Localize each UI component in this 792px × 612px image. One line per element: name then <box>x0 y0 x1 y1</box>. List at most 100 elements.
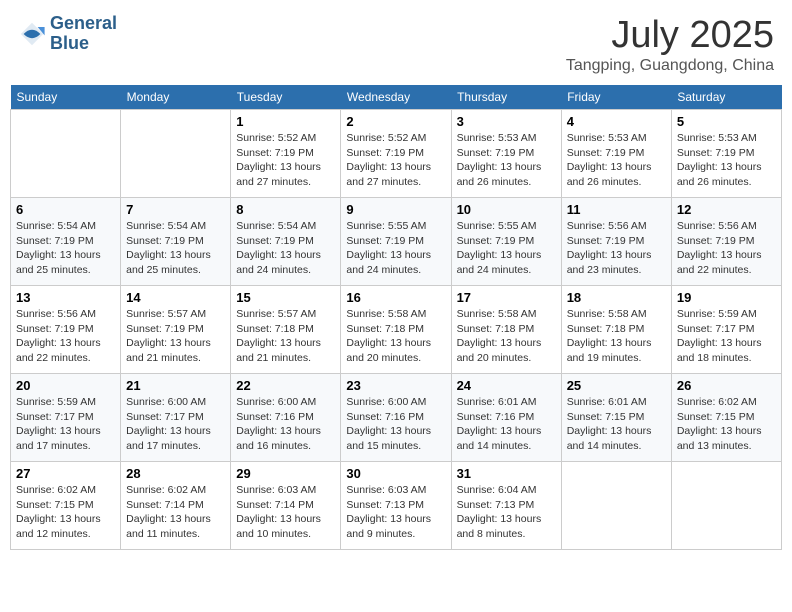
day-number: 14 <box>126 290 225 305</box>
cell-info: Sunrise: 5:54 AM Sunset: 7:19 PM Dayligh… <box>236 219 335 278</box>
col-friday: Friday <box>561 85 671 110</box>
col-saturday: Saturday <box>671 85 781 110</box>
cell-info: Sunrise: 5:53 AM Sunset: 7:19 PM Dayligh… <box>457 131 556 190</box>
cell-info: Sunrise: 6:04 AM Sunset: 7:13 PM Dayligh… <box>457 483 556 542</box>
cell-info: Sunrise: 6:02 AM Sunset: 7:15 PM Dayligh… <box>16 483 115 542</box>
calendar-cell: 13 Sunrise: 5:56 AM Sunset: 7:19 PM Dayli… <box>11 286 121 374</box>
cell-info: Sunrise: 5:59 AM Sunset: 7:17 PM Dayligh… <box>16 395 115 454</box>
day-number: 7 <box>126 202 225 217</box>
calendar-cell: 22 Sunrise: 6:00 AM Sunset: 7:16 PM Dayli… <box>231 374 341 462</box>
calendar-cell: 15 Sunrise: 5:57 AM Sunset: 7:18 PM Dayli… <box>231 286 341 374</box>
calendar-cell: 8 Sunrise: 5:54 AM Sunset: 7:19 PM Daylig… <box>231 198 341 286</box>
cell-info: Sunrise: 5:54 AM Sunset: 7:19 PM Dayligh… <box>126 219 225 278</box>
calendar-cell: 2Sunrise: 5:52 AM Sunset: 7:19 PM Daylig… <box>341 110 451 198</box>
cell-info: Sunrise: 5:55 AM Sunset: 7:19 PM Dayligh… <box>457 219 556 278</box>
day-number: 4 <box>567 114 666 129</box>
calendar-cell: 5 Sunrise: 5:53 AM Sunset: 7:19 PM Daylig… <box>671 110 781 198</box>
cell-info: Sunrise: 5:58 AM Sunset: 7:18 PM Dayligh… <box>346 307 445 366</box>
calendar-table: Sunday Monday Tuesday Wednesday Thursday… <box>10 85 782 550</box>
day-number: 5 <box>677 114 776 129</box>
calendar-cell <box>11 110 121 198</box>
cell-info: Sunrise: 6:01 AM Sunset: 7:16 PM Dayligh… <box>457 395 556 454</box>
cell-info: Sunrise: 6:01 AM Sunset: 7:15 PM Dayligh… <box>567 395 666 454</box>
calendar-cell <box>121 110 231 198</box>
cell-info: Sunrise: 5:52 AM Sunset: 7:19 PM Dayligh… <box>236 131 335 190</box>
calendar-cell: 26Sunrise: 6:02 AM Sunset: 7:15 PM Dayli… <box>671 374 781 462</box>
cell-info: Sunrise: 5:56 AM Sunset: 7:19 PM Dayligh… <box>16 307 115 366</box>
title-block: July 2025 Tangping, Guangdong, China <box>566 14 774 75</box>
cell-info: Sunrise: 5:55 AM Sunset: 7:19 PM Dayligh… <box>346 219 445 278</box>
calendar-cell: 17Sunrise: 5:58 AM Sunset: 7:18 PM Dayli… <box>451 286 561 374</box>
calendar-cell: 25 Sunrise: 6:01 AM Sunset: 7:15 PM Dayli… <box>561 374 671 462</box>
calendar-week-1: 1 Sunrise: 5:52 AM Sunset: 7:19 PM Daylig… <box>11 110 782 198</box>
day-number: 15 <box>236 290 335 305</box>
day-number: 23 <box>346 378 445 393</box>
day-number: 27 <box>16 466 115 481</box>
calendar-cell: 3Sunrise: 5:53 AM Sunset: 7:19 PM Daylig… <box>451 110 561 198</box>
month-title: July 2025 <box>566 14 774 57</box>
calendar-cell: 24 Sunrise: 6:01 AM Sunset: 7:16 PM Dayli… <box>451 374 561 462</box>
calendar-cell: 7 Sunrise: 5:54 AM Sunset: 7:19 PM Daylig… <box>121 198 231 286</box>
calendar-cell: 4Sunrise: 5:53 AM Sunset: 7:19 PM Daylig… <box>561 110 671 198</box>
cell-info: Sunrise: 5:58 AM Sunset: 7:18 PM Dayligh… <box>567 307 666 366</box>
day-number: 1 <box>236 114 335 129</box>
logo: General Blue <box>18 14 117 54</box>
calendar-cell: 28 Sunrise: 6:02 AM Sunset: 7:14 PM Dayli… <box>121 462 231 550</box>
cell-info: Sunrise: 5:54 AM Sunset: 7:19 PM Dayligh… <box>16 219 115 278</box>
cell-info: Sunrise: 6:03 AM Sunset: 7:14 PM Dayligh… <box>236 483 335 542</box>
calendar-body: 1 Sunrise: 5:52 AM Sunset: 7:19 PM Daylig… <box>11 110 782 550</box>
logo-line2: Blue <box>50 34 117 54</box>
day-number: 31 <box>457 466 556 481</box>
calendar-cell: 11 Sunrise: 5:56 AM Sunset: 7:19 PM Dayli… <box>561 198 671 286</box>
calendar-week-5: 27 Sunrise: 6:02 AM Sunset: 7:15 PM Dayli… <box>11 462 782 550</box>
calendar-cell: 10 Sunrise: 5:55 AM Sunset: 7:19 PM Dayli… <box>451 198 561 286</box>
cell-info: Sunrise: 6:00 AM Sunset: 7:16 PM Dayligh… <box>236 395 335 454</box>
col-monday: Monday <box>121 85 231 110</box>
day-number: 10 <box>457 202 556 217</box>
day-number: 21 <box>126 378 225 393</box>
day-number: 28 <box>126 466 225 481</box>
cell-info: Sunrise: 5:56 AM Sunset: 7:19 PM Dayligh… <box>677 219 776 278</box>
calendar-cell: 6Sunrise: 5:54 AM Sunset: 7:19 PM Daylig… <box>11 198 121 286</box>
calendar-week-2: 6Sunrise: 5:54 AM Sunset: 7:19 PM Daylig… <box>11 198 782 286</box>
cell-info: Sunrise: 5:56 AM Sunset: 7:19 PM Dayligh… <box>567 219 666 278</box>
day-number: 9 <box>346 202 445 217</box>
cell-info: Sunrise: 5:53 AM Sunset: 7:19 PM Dayligh… <box>677 131 776 190</box>
calendar-cell: 12Sunrise: 5:56 AM Sunset: 7:19 PM Dayli… <box>671 198 781 286</box>
location-title: Tangping, Guangdong, China <box>566 57 774 75</box>
day-number: 18 <box>567 290 666 305</box>
calendar-cell: 9 Sunrise: 5:55 AM Sunset: 7:19 PM Daylig… <box>341 198 451 286</box>
day-number: 26 <box>677 378 776 393</box>
day-number: 25 <box>567 378 666 393</box>
cell-info: Sunrise: 6:03 AM Sunset: 7:13 PM Dayligh… <box>346 483 445 542</box>
col-sunday: Sunday <box>11 85 121 110</box>
calendar-cell: 29Sunrise: 6:03 AM Sunset: 7:14 PM Dayli… <box>231 462 341 550</box>
cell-info: Sunrise: 6:02 AM Sunset: 7:14 PM Dayligh… <box>126 483 225 542</box>
calendar-cell: 30Sunrise: 6:03 AM Sunset: 7:13 PM Dayli… <box>341 462 451 550</box>
day-number: 24 <box>457 378 556 393</box>
cell-info: Sunrise: 5:57 AM Sunset: 7:19 PM Dayligh… <box>126 307 225 366</box>
col-tuesday: Tuesday <box>231 85 341 110</box>
cell-info: Sunrise: 5:57 AM Sunset: 7:18 PM Dayligh… <box>236 307 335 366</box>
day-number: 22 <box>236 378 335 393</box>
day-number: 11 <box>567 202 666 217</box>
day-number: 16 <box>346 290 445 305</box>
calendar-cell: 19Sunrise: 5:59 AM Sunset: 7:17 PM Dayli… <box>671 286 781 374</box>
calendar-header: Sunday Monday Tuesday Wednesday Thursday… <box>11 85 782 110</box>
calendar-cell <box>561 462 671 550</box>
calendar-week-4: 20Sunrise: 5:59 AM Sunset: 7:17 PM Dayli… <box>11 374 782 462</box>
calendar-week-3: 13 Sunrise: 5:56 AM Sunset: 7:19 PM Dayli… <box>11 286 782 374</box>
calendar-cell: 31 Sunrise: 6:04 AM Sunset: 7:13 PM Dayli… <box>451 462 561 550</box>
day-number: 8 <box>236 202 335 217</box>
calendar-cell: 1 Sunrise: 5:52 AM Sunset: 7:19 PM Daylig… <box>231 110 341 198</box>
col-thursday: Thursday <box>451 85 561 110</box>
logo-icon <box>18 20 46 48</box>
weekday-row: Sunday Monday Tuesday Wednesday Thursday… <box>11 85 782 110</box>
calendar-cell <box>671 462 781 550</box>
calendar-cell: 27 Sunrise: 6:02 AM Sunset: 7:15 PM Dayli… <box>11 462 121 550</box>
calendar-cell: 23Sunrise: 6:00 AM Sunset: 7:16 PM Dayli… <box>341 374 451 462</box>
cell-info: Sunrise: 5:59 AM Sunset: 7:17 PM Dayligh… <box>677 307 776 366</box>
col-wednesday: Wednesday <box>341 85 451 110</box>
calendar-cell: 16 Sunrise: 5:58 AM Sunset: 7:18 PM Dayli… <box>341 286 451 374</box>
day-number: 13 <box>16 290 115 305</box>
